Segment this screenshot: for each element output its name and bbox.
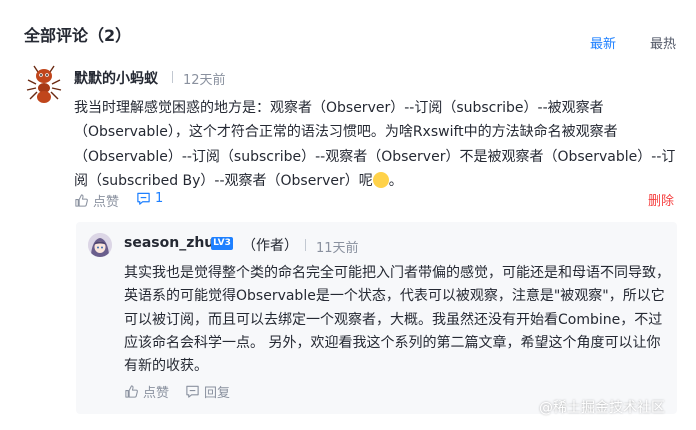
delete-button[interactable]: 删除 — [648, 190, 674, 209]
avatar[interactable] — [24, 64, 64, 104]
reply-button[interactable]: 回复 — [185, 382, 230, 401]
reply-time: 11天前 — [316, 241, 359, 256]
reply-label: 回复 — [204, 386, 231, 401]
comment-text: 我当时理解感觉困惑的地方是：观察者（Observer）--订阅（subscrib… — [74, 96, 678, 193]
reply-count: 1 — [155, 191, 164, 206]
anime-avatar-icon — [88, 233, 112, 257]
sort-newest-tab[interactable]: 最新 — [590, 33, 616, 52]
reply-like-button[interactable]: 点赞 — [124, 382, 169, 401]
reply-username[interactable]: season_zhu — [124, 235, 214, 251]
comments-title: 全部评论（2） — [24, 26, 132, 45]
comment-icon — [137, 192, 150, 205]
thumbs-up-icon — [75, 194, 88, 207]
reply-count-button[interactable]: 1 — [136, 191, 163, 206]
ant-avatar-icon — [26, 65, 62, 103]
reply-text: 其实我也是觉得整个类的命名完全可能把入门者带偏的感觉，可能还是和母语不同导致，英… — [124, 265, 670, 375]
divider — [172, 71, 173, 83]
reply-avatar[interactable] — [88, 233, 112, 257]
comment-username[interactable]: 默默的小蚂蚁 — [74, 68, 158, 88]
level-badge: LV3 — [211, 237, 233, 250]
sort-hot-tab[interactable]: 最热 — [650, 33, 676, 52]
comment-icon — [186, 385, 199, 398]
like-label: 点赞 — [93, 195, 120, 210]
shy-emoji-icon — [372, 171, 389, 188]
like-button[interactable]: 点赞 — [74, 191, 119, 210]
comment-text-end: 。 — [388, 172, 403, 189]
watermark: @稀土掘金技术社区 — [539, 400, 665, 416]
like-label: 点赞 — [143, 386, 170, 401]
divider — [305, 239, 306, 251]
thumbs-up-icon — [125, 385, 138, 398]
author-tag: （作者） — [242, 238, 298, 254]
comment-time: 12天前 — [183, 73, 226, 88]
